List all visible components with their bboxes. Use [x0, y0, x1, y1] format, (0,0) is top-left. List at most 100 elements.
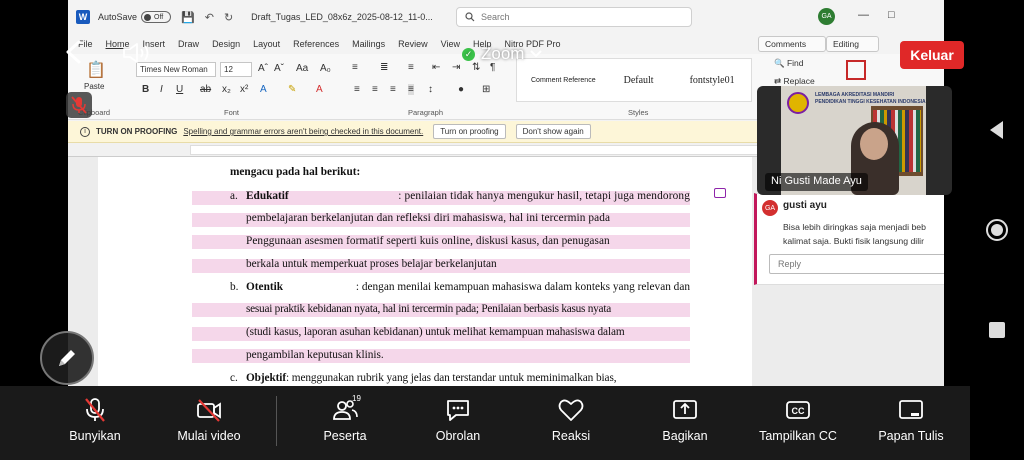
mic-off-icon: [71, 96, 87, 114]
minimize-icon[interactable]: —: [858, 9, 869, 21]
nav-home-icon[interactable]: [985, 218, 1009, 242]
font-size-select[interactable]: 12: [220, 62, 252, 77]
maximize-icon[interactable]: □: [888, 9, 895, 21]
style-comment-reference[interactable]: Comment Reference: [531, 77, 596, 84]
comment-reply-input[interactable]: Reply: [769, 254, 944, 274]
search-box[interactable]: Search: [456, 7, 692, 27]
c1-rest: : menggunakan rubrik yang jelas dan ters…: [286, 372, 617, 384]
style-default[interactable]: Default: [624, 75, 654, 86]
participants-button[interactable]: 19 Peserta: [300, 394, 390, 452]
numbering-icon[interactable]: ≣: [380, 62, 388, 73]
grow-font-icon[interactable]: Aˆ: [258, 63, 268, 74]
word-titlebar: W AutoSave Off 💾 ↶ ↻ Draft_Tugas_LED_08x…: [68, 0, 944, 34]
term-edukatif: Edukatif: [246, 190, 289, 202]
closed-captions-button[interactable]: CC Tampilkan CC: [753, 396, 843, 452]
heart-icon: [558, 399, 584, 421]
redo-icon[interactable]: ↻: [224, 11, 233, 24]
screen: W AutoSave Off 💾 ↶ ↻ Draft_Tugas_LED_08x…: [0, 0, 1024, 460]
mic-off-icon: [85, 398, 105, 422]
align-center-icon[interactable]: ≡: [372, 84, 378, 95]
bullets-icon[interactable]: ≡: [352, 62, 358, 73]
muted-mic-indicator: [66, 92, 92, 118]
tab-view[interactable]: View: [441, 39, 460, 49]
start-video-label: Mulai video: [177, 429, 241, 443]
increase-indent-icon[interactable]: ⇥: [452, 62, 460, 73]
leave-meeting-button[interactable]: Keluar: [900, 41, 964, 69]
autosave-state: Off: [154, 13, 164, 21]
autosave-toggle[interactable]: Off: [141, 11, 172, 23]
word-logo-icon: W: [76, 10, 90, 24]
paste-icon[interactable]: 📋: [86, 60, 106, 80]
tab-draw[interactable]: Draw: [178, 39, 199, 49]
undo-icon[interactable]: ↶: [205, 11, 214, 24]
italic-icon[interactable]: I: [160, 84, 163, 95]
font-color-icon[interactable]: A: [316, 84, 323, 95]
nav-recents-icon[interactable]: [985, 318, 1009, 342]
reactions-button[interactable]: Reaksi: [526, 396, 616, 452]
chat-icon: [447, 400, 469, 421]
highlight-icon[interactable]: ✎: [288, 84, 296, 95]
change-case-icon[interactable]: Aa: [296, 63, 308, 74]
font-name-value: Times New Roman: [140, 65, 208, 74]
share-button[interactable]: Bagikan: [640, 396, 730, 452]
align-left-icon[interactable]: ≡: [354, 84, 360, 95]
zoom-title-button[interactable]: ✓ Zoom: [462, 44, 543, 64]
tab-references[interactable]: References: [293, 39, 339, 49]
dont-show-again-button[interactable]: Don't show again: [515, 124, 591, 139]
line-spacing-icon[interactable]: ↕: [428, 84, 433, 95]
back-arrow-icon[interactable]: [64, 40, 84, 64]
clear-format-icon[interactable]: A₀: [320, 63, 331, 74]
chat-button[interactable]: Obrolan: [413, 396, 503, 452]
bold-icon[interactable]: B: [142, 84, 149, 95]
text-effects-icon[interactable]: A: [260, 84, 267, 95]
shading-icon[interactable]: ●: [458, 84, 464, 95]
cc-icon: CC: [786, 401, 810, 419]
underline-icon[interactable]: U: [176, 84, 183, 95]
infobar-message[interactable]: Spelling and grammar errors aren't being…: [183, 127, 423, 136]
editing-button[interactable]: Editing: [826, 36, 879, 52]
nitro-grid-icon[interactable]: [846, 60, 866, 80]
speaker-icon[interactable]: [122, 42, 152, 64]
android-nav-bar: [970, 0, 1024, 460]
unmute-button[interactable]: Bunyikan: [50, 396, 140, 452]
search-placeholder: Search: [481, 12, 510, 22]
borders-icon[interactable]: ⊞: [482, 84, 490, 95]
strikethrough-icon[interactable]: ab: [200, 84, 211, 95]
multilevel-list-icon[interactable]: ≡: [408, 62, 414, 73]
annotate-pencil-button[interactable]: [40, 331, 94, 385]
whiteboard-icon: [899, 400, 923, 419]
document-page[interactable]: mengacu pada hal berikut: a. Edukatif: p…: [98, 157, 752, 386]
subscript-icon[interactable]: x₂: [222, 84, 231, 95]
start-video-button[interactable]: Mulai video: [164, 396, 254, 452]
document-title[interactable]: Draft_Tugas_LED_08x6z_2025-08-12_11-0...: [251, 12, 433, 22]
shrink-font-icon[interactable]: Aˇ: [274, 63, 284, 74]
zoom-title: Zoom: [481, 44, 525, 63]
justify-icon[interactable]: ≡: [408, 84, 414, 95]
tab-mailings[interactable]: Mailings: [352, 39, 385, 49]
paste-label[interactable]: Paste: [84, 82, 104, 91]
comment-marker-icon[interactable]: [714, 188, 726, 198]
save-icon[interactable]: 💾: [181, 11, 195, 24]
style-fontstyle01[interactable]: fontstyle01: [690, 75, 735, 86]
tab-review[interactable]: Review: [398, 39, 428, 49]
align-right-icon[interactable]: ≡: [390, 84, 396, 95]
infobar-title: TURN ON PROOFING: [96, 127, 178, 136]
decrease-indent-icon[interactable]: ⇤: [432, 62, 440, 73]
comment-card[interactable]: GA gusti ayu Bisa lebih diringkas saja m…: [754, 193, 944, 285]
turn-on-proofing-button[interactable]: Turn on proofing: [433, 124, 506, 139]
tab-layout[interactable]: Layout: [253, 39, 280, 49]
styles-group-label: Styles: [628, 108, 649, 117]
nav-back-icon[interactable]: [985, 118, 1009, 142]
b1-rest: : dengan menilai kemampuan mahasiswa dal…: [355, 281, 690, 293]
whiteboard-button[interactable]: Papan Tulis: [866, 396, 956, 452]
user-avatar[interactable]: GA: [818, 8, 835, 25]
find-button[interactable]: 🔍 Find: [774, 58, 804, 69]
comment-avatar: GA: [762, 200, 778, 216]
tab-design[interactable]: Design: [212, 39, 240, 49]
font-group-label: Font: [224, 108, 240, 117]
comments-button[interactable]: Comments: [758, 36, 827, 52]
comment-text-line1: Bisa lebih diringkas saja menjadi beb: [783, 222, 926, 232]
participant-video-tile[interactable]: LEMBAGA AKREDITASI MANDIRI PENDIDIKAN TI…: [757, 86, 952, 195]
font-name-select[interactable]: Times New Roman: [136, 62, 216, 77]
superscript-icon[interactable]: x²: [240, 84, 248, 95]
